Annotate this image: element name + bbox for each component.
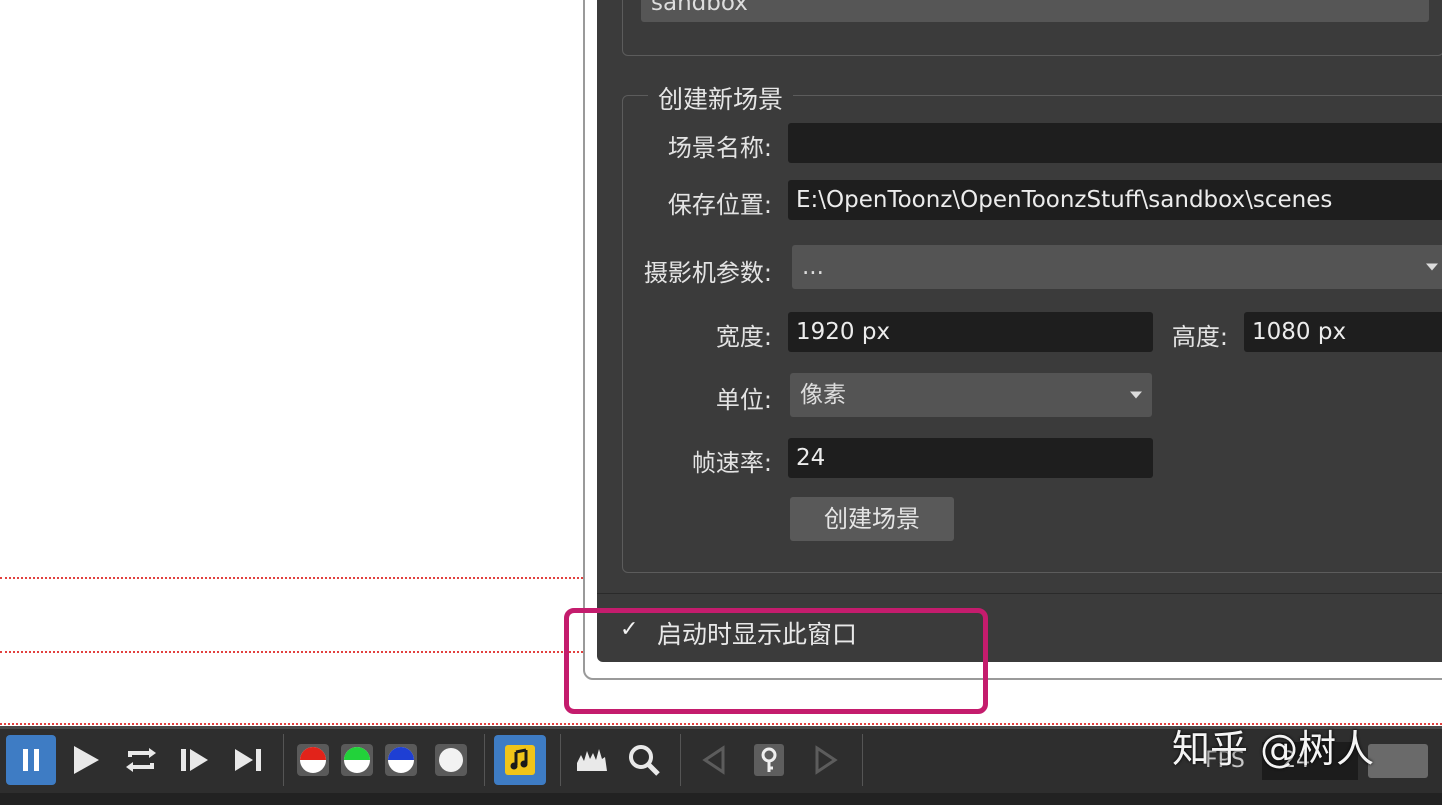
histogram-icon	[577, 749, 607, 771]
pause-icon	[23, 749, 39, 771]
alpha-channel-icon	[435, 744, 467, 776]
toolbar-separator	[484, 734, 485, 786]
toolbar-separator	[680, 734, 681, 786]
save-location-label: 保存位置:	[667, 191, 772, 219]
fps-input[interactable]: 24	[788, 438, 1153, 478]
prev-key-button[interactable]	[692, 735, 736, 785]
units-select[interactable]: 像素	[790, 373, 1152, 417]
sound-button[interactable]	[494, 735, 546, 785]
camera-guide-line	[0, 577, 583, 579]
next-key-icon	[815, 745, 838, 775]
units-label: 单位:	[715, 386, 772, 414]
zoom-button[interactable]	[622, 735, 666, 785]
height-label: 高度:	[1171, 323, 1228, 351]
red-channel-button[interactable]	[292, 735, 334, 785]
save-location-input[interactable]: E:\OpenToonz\OpenToonzStuff\sandbox\scen…	[788, 180, 1442, 220]
width-input[interactable]: 1920 px	[788, 312, 1153, 352]
green-channel-button[interactable]	[336, 735, 378, 785]
blue-channel-button[interactable]	[380, 735, 422, 785]
watermark-text: 知乎 @树人	[1172, 727, 1375, 771]
next-frame-button[interactable]	[172, 735, 216, 785]
camera-settings-value: ...	[802, 254, 824, 280]
last-frame-icon	[235, 749, 261, 771]
scene-name-label: 场景名称:	[667, 134, 772, 162]
loop-button[interactable]	[118, 735, 164, 785]
height-input[interactable]: 1080 px	[1244, 312, 1442, 352]
chevron-down-icon	[1426, 263, 1438, 271]
key-button[interactable]	[748, 735, 790, 785]
last-frame-button[interactable]	[226, 735, 270, 785]
project-select-value: sandbox	[651, 0, 748, 16]
green-channel-icon	[341, 744, 373, 776]
toolbar-bottom-edge	[0, 793, 1442, 805]
key-icon	[754, 744, 784, 776]
sound-icon	[505, 745, 535, 775]
camera-guide-line	[0, 651, 583, 653]
play-icon	[74, 746, 99, 774]
prev-key-icon	[702, 745, 725, 775]
dialog-divider	[597, 593, 1442, 594]
toolbar-separator	[862, 734, 863, 786]
width-label: 宽度:	[715, 323, 772, 351]
next-frame-icon	[181, 749, 208, 771]
camera-settings-select[interactable]: ...	[792, 245, 1442, 289]
camera-settings-label: 摄影机参数:	[643, 259, 772, 287]
units-value: 像素	[800, 382, 846, 408]
create-scene-button[interactable]: 创建场景	[790, 497, 954, 541]
new-scene-group-title: 创建新场景	[648, 80, 794, 116]
blue-channel-icon	[385, 744, 417, 776]
histogram-button[interactable]	[570, 735, 614, 785]
fps-slider[interactable]	[1368, 744, 1428, 778]
alpha-channel-button[interactable]	[430, 735, 472, 785]
highlight-box	[564, 608, 988, 714]
toolbar-separator	[283, 734, 284, 786]
project-select[interactable]: sandbox	[641, 0, 1429, 22]
loop-icon	[126, 748, 156, 772]
zoom-icon	[629, 745, 660, 776]
next-key-button[interactable]	[804, 735, 848, 785]
toolbar-separator	[560, 734, 561, 786]
pause-button[interactable]	[6, 735, 56, 785]
scene-name-input[interactable]	[788, 123, 1442, 163]
red-channel-icon	[297, 744, 329, 776]
chevron-down-icon	[1130, 391, 1142, 399]
fps-label: 帧速率:	[691, 449, 772, 477]
play-button[interactable]	[62, 735, 108, 785]
